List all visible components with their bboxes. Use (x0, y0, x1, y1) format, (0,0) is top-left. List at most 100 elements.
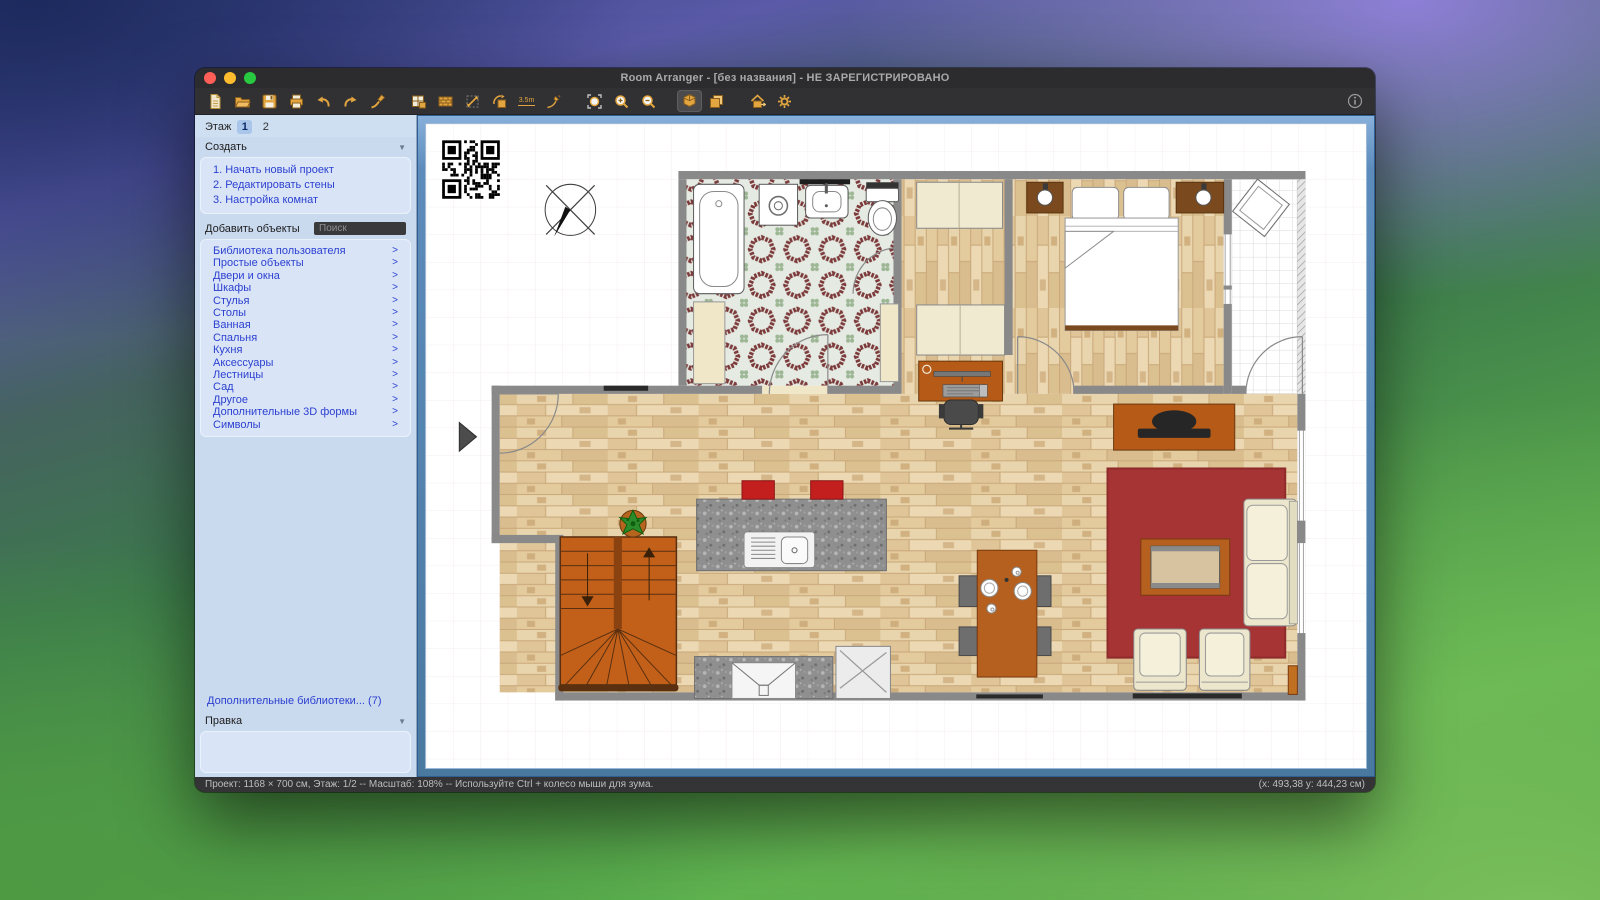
bar-stool[interactable] (811, 481, 843, 499)
clean-brush-button[interactable] (365, 90, 390, 112)
chevron-right-icon: > (392, 381, 398, 393)
lamp (1037, 190, 1052, 205)
category-accessories[interactable]: Аксессуары> (201, 357, 410, 369)
search-input[interactable] (314, 222, 406, 235)
armchair[interactable] (1199, 629, 1249, 690)
section-edit-header[interactable]: Правка ▼ (195, 711, 416, 730)
info-icon[interactable] (1342, 90, 1367, 112)
rotate-object-button[interactable] (487, 90, 512, 112)
zoom-out-button[interactable] (636, 90, 661, 112)
drawing-canvas[interactable] (425, 123, 1367, 769)
walls-button[interactable] (433, 90, 458, 112)
status-cursor-coords: (x: 493,38 y: 444,23 см) (1259, 779, 1365, 790)
design-properties-button[interactable] (406, 90, 431, 112)
bathroom-cabinet[interactable] (694, 302, 725, 384)
lamp (1196, 190, 1211, 205)
bathroom-cabinet[interactable] (880, 304, 898, 382)
zoom-to-selection-button[interactable] (582, 90, 607, 112)
category-garden[interactable]: Сад> (201, 381, 410, 393)
save-button[interactable] (257, 90, 282, 112)
close-button[interactable] (204, 72, 216, 84)
coffee-table[interactable] (1141, 539, 1230, 595)
category-chairs[interactable]: Стулья> (201, 295, 410, 307)
draw-walls-button[interactable] (541, 90, 566, 112)
category-other[interactable]: Другое> (201, 394, 410, 406)
desktop: { "window": { "title": "Room Arranger - … (0, 0, 1600, 900)
new-file-button[interactable] (203, 90, 228, 112)
minimize-button[interactable] (224, 72, 236, 84)
copy-objects-button[interactable] (704, 90, 729, 112)
window-title: Room Arranger - [без названия] - НЕ ЗАРЕ… (195, 72, 1375, 84)
floor-plan[interactable] (426, 124, 1366, 768)
category-doors-windows[interactable]: Двери и окна> (201, 270, 410, 282)
category-wardrobes[interactable]: Шкафы> (201, 282, 410, 294)
section-edit-title: Правка (205, 715, 242, 727)
create-link-room-settings[interactable]: 3. Настройка комнат (201, 193, 410, 208)
dining-chair[interactable] (959, 627, 977, 656)
toilet[interactable] (866, 182, 898, 235)
zoom-button[interactable] (244, 72, 256, 84)
sofa[interactable] (1244, 499, 1298, 626)
create-link-new-project[interactable]: 1. Начать новый проект (201, 163, 410, 178)
print-button[interactable] (284, 90, 309, 112)
chevron-right-icon: > (392, 394, 398, 406)
dining-table[interactable] (977, 550, 1037, 677)
washing-machine[interactable] (759, 184, 797, 225)
tv-cabinet[interactable] (1114, 404, 1235, 450)
dining-chair[interactable] (959, 576, 977, 607)
balcony-window[interactable] (1297, 179, 1305, 394)
desk[interactable] (919, 361, 1003, 401)
category-stairs[interactable]: Лестницы> (201, 369, 410, 381)
bar-stool[interactable] (742, 481, 774, 499)
export-3d-button[interactable] (745, 90, 770, 112)
floor-tab-1[interactable]: 1 (237, 120, 252, 134)
category-user-library[interactable]: Библиотека пользователя> (201, 245, 410, 257)
dining-chair[interactable] (1037, 576, 1051, 607)
section-create-title: Создать (205, 141, 247, 153)
chevron-right-icon: > (392, 406, 398, 418)
zoom-in-button[interactable] (609, 90, 634, 112)
chevron-right-icon: > (392, 369, 398, 381)
view-3d-button[interactable] (677, 90, 702, 112)
collapse-icon: ▼ (398, 143, 406, 152)
plant[interactable] (620, 510, 646, 537)
chevron-right-icon: > (392, 245, 398, 257)
kitchen-island[interactable] (697, 499, 887, 571)
staircase[interactable] (558, 537, 678, 691)
qr-code[interactable] (442, 140, 500, 198)
floor-label: Этаж (205, 121, 231, 133)
stove-hood[interactable] (732, 663, 796, 699)
category-bathroom[interactable]: Ванная> (201, 319, 410, 331)
chevron-right-icon: > (392, 257, 398, 269)
undo-button[interactable] (311, 90, 336, 112)
category-symbols[interactable]: Символы> (201, 419, 410, 431)
redo-button[interactable] (338, 90, 363, 112)
category-tables[interactable]: Столы> (201, 307, 410, 319)
measure-label: 3.5m (518, 97, 536, 106)
open-folder-button[interactable] (230, 90, 255, 112)
dining-chair[interactable] (1037, 627, 1051, 656)
select-objects-button[interactable] (460, 90, 485, 112)
small-cabinet[interactable] (1288, 666, 1297, 695)
section-add-objects-header[interactable]: Добавить объекты (195, 218, 416, 238)
statusbar: Проект: 1168 × 700 см, Этаж: 1/2 -- Масш… (195, 777, 1375, 792)
chevron-right-icon: > (392, 344, 398, 356)
settings-button[interactable] (772, 90, 797, 112)
category-simple-objects[interactable]: Простые объекты> (201, 257, 410, 269)
additional-libraries-link[interactable]: Дополнительные библиотеки... (7) (195, 693, 416, 711)
category-kitchen[interactable]: Кухня> (201, 344, 410, 356)
floor-tab-2[interactable]: 2 (258, 120, 273, 134)
section-create-header[interactable]: Создать ▼ (195, 137, 416, 156)
create-link-edit-walls[interactable]: 2. Редактировать стены (201, 178, 410, 193)
pillow (1124, 187, 1169, 220)
category-bedroom[interactable]: Спальня> (201, 332, 410, 344)
section-add-objects-title: Добавить объекты (205, 223, 300, 235)
sidebar: Этаж 1 2 Создать ▼ 1. Начать новый проек… (195, 115, 417, 777)
measure-button[interactable]: 3.5m (514, 90, 539, 112)
pillow (1072, 187, 1118, 220)
chevron-right-icon: > (392, 357, 398, 369)
titlebar[interactable]: Room Arranger - [без названия] - НЕ ЗАРЕ… (195, 68, 1375, 88)
armchair[interactable] (1134, 629, 1187, 690)
category-3d-shapes[interactable]: Дополнительные 3D формы> (201, 406, 410, 418)
chevron-right-icon: > (392, 332, 398, 344)
